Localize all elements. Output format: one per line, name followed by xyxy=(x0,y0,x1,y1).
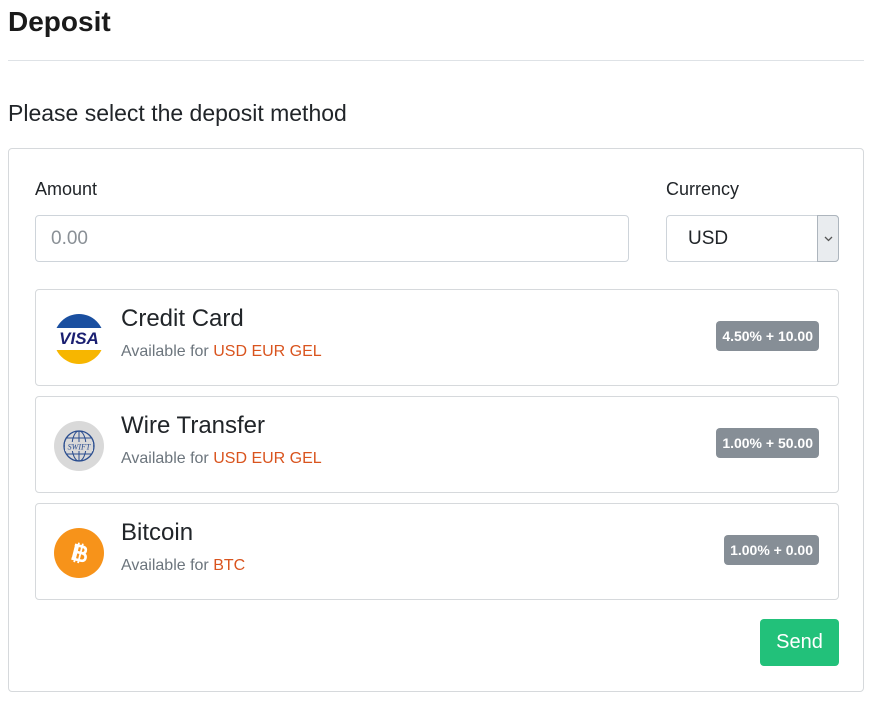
swift-icon: SWIFT xyxy=(54,421,104,471)
deposit-method-wire-transfer[interactable]: SWIFT Wire Transfer Available for USD EU… xyxy=(35,396,839,493)
currency-label: Currency xyxy=(666,179,740,199)
method-name: Bitcoin xyxy=(121,519,194,546)
currency-selected-value: USD xyxy=(688,228,729,249)
method-availability: Available for USD EUR GEL xyxy=(121,343,322,361)
fee-badge: 1.00% + 50.00 xyxy=(716,428,819,458)
method-name: Wire Transfer xyxy=(121,412,266,439)
fee-badge: 1.00% + 0.00 xyxy=(724,535,819,565)
fee-badge: 4.50% + 10.00 xyxy=(716,321,819,351)
bitcoin-icon xyxy=(54,528,104,578)
visa-logo-text: VISA xyxy=(59,329,99,348)
method-availability: Available for USD EUR GEL xyxy=(121,450,322,468)
availability-currencies: USD EUR GEL xyxy=(213,343,322,360)
page-title: Deposit xyxy=(8,6,111,37)
amount-label: Amount xyxy=(35,179,98,199)
availability-currencies: BTC xyxy=(213,557,246,574)
visa-icon: VISA xyxy=(54,314,104,364)
deposit-method-credit-card[interactable]: VISA Credit Card Available for USD EUR G… xyxy=(35,289,839,386)
amount-input[interactable] xyxy=(35,215,629,262)
availability-prefix: Available for xyxy=(121,343,209,360)
availability-currencies: USD EUR GEL xyxy=(213,450,322,467)
availability-prefix: Available for xyxy=(121,450,209,467)
page-subtitle: Please select the deposit method xyxy=(8,100,347,126)
header-divider xyxy=(8,60,864,61)
deposit-form-card: Amount Currency USD VISA Credit Card Ava… xyxy=(8,148,864,692)
deposit-method-bitcoin[interactable]: Bitcoin Available for BTC 1.00% + 0.00 xyxy=(35,503,839,600)
currency-select[interactable]: USD xyxy=(666,215,839,262)
availability-prefix: Available for xyxy=(121,557,209,574)
swift-logo-text: SWIFT xyxy=(68,443,91,452)
method-name: Credit Card xyxy=(121,305,244,332)
send-button[interactable]: Send xyxy=(760,619,839,666)
chevron-down-icon[interactable] xyxy=(817,215,839,262)
method-availability: Available for BTC xyxy=(121,557,245,575)
